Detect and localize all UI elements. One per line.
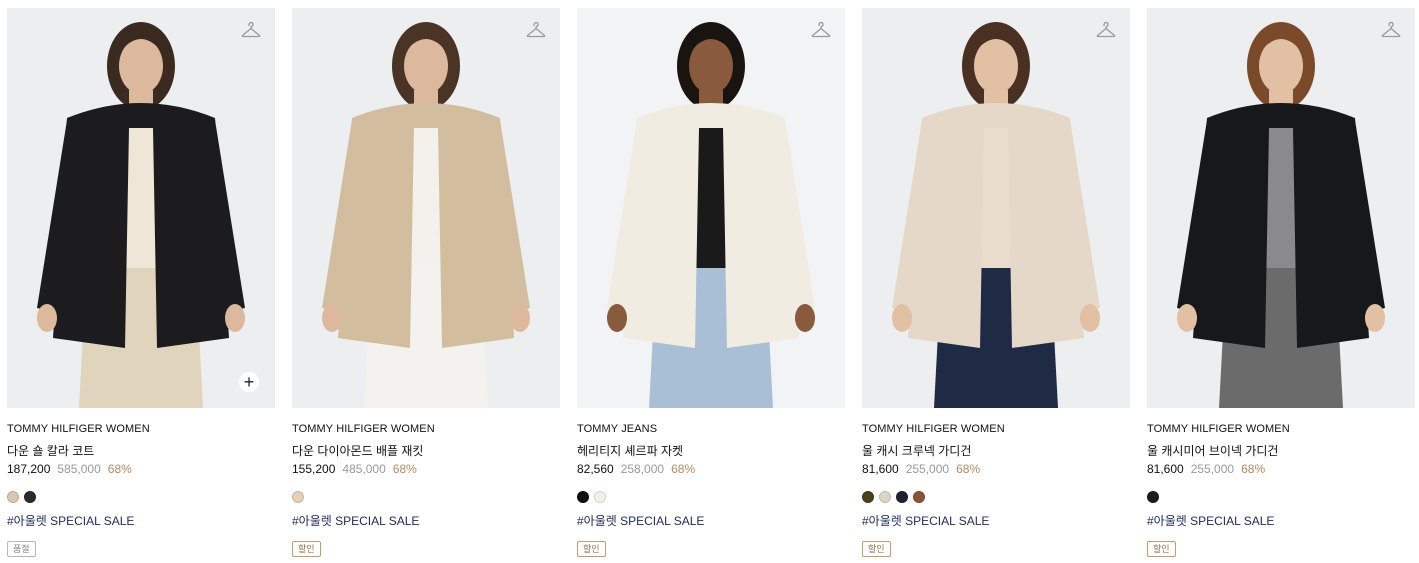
original-price: 258,000 (620, 462, 665, 476)
product-price: 187,200 585,000 68% (7, 462, 275, 478)
promo-tag[interactable]: #아울렛 SPECIAL SALE (577, 512, 845, 528)
product-name[interactable]: 다운 다이아몬드 배플 재킷 (292, 442, 560, 458)
product-card[interactable]: TOMMY HILFIGER WOMEN 다운 다이아몬드 배플 재킷 155,… (292, 8, 560, 557)
color-swatches (862, 491, 1130, 503)
color-swatch[interactable] (862, 491, 874, 503)
status-badge: 할인 (292, 541, 321, 557)
product-name[interactable]: 다운 숄 칼라 코트 (7, 442, 275, 458)
product-price: 155,200 485,000 68% (292, 462, 560, 478)
product-image[interactable] (292, 8, 560, 408)
product-name[interactable]: 울 캐시미어 브이넥 가디건 (1147, 442, 1415, 458)
color-swatch[interactable] (896, 491, 908, 503)
product-card[interactable]: TOMMY HILFIGER WOMEN 울 캐시미어 브이넥 가디건 81,6… (1147, 8, 1415, 557)
product-card[interactable]: TOMMY HILFIGER WOMEN 울 캐시 크루넥 가디건 81,600… (862, 8, 1130, 557)
discount-rate: 68% (392, 462, 417, 476)
product-price: 81,600 255,000 68% (1147, 462, 1415, 478)
color-swatch[interactable] (879, 491, 891, 503)
color-swatches (1147, 491, 1415, 503)
promo-tag[interactable]: #아울렛 SPECIAL SALE (292, 512, 560, 528)
original-price: 585,000 (57, 462, 101, 476)
model-photo (862, 8, 1130, 408)
hanger-icon[interactable] (526, 21, 546, 39)
plus-icon[interactable]: + (239, 372, 259, 392)
color-swatches (292, 491, 560, 503)
color-swatches (577, 491, 845, 503)
product-price: 82,560 258,000 68% (577, 462, 845, 478)
status-badge: 할인 (1147, 541, 1176, 557)
status-badge: 품절 (7, 541, 36, 557)
color-swatches (7, 491, 275, 503)
sale-price: 81,600 (1147, 462, 1184, 476)
original-price: 255,000 (905, 462, 950, 476)
model-photo (577, 8, 845, 408)
product-image[interactable] (1147, 8, 1415, 408)
sale-price: 187,200 (7, 462, 51, 476)
sale-price: 155,200 (292, 462, 336, 476)
discount-rate: 68% (107, 462, 132, 476)
product-image[interactable]: + (7, 8, 275, 408)
product-price: 81,600 255,000 68% (862, 462, 1130, 478)
color-swatch[interactable] (913, 491, 925, 503)
hanger-icon[interactable] (241, 21, 261, 39)
product-brand[interactable]: TOMMY HILFIGER WOMEN (292, 423, 560, 437)
status-badge: 할인 (577, 541, 606, 557)
hanger-icon[interactable] (1381, 21, 1401, 39)
original-price: 255,000 (1190, 462, 1235, 476)
product-name[interactable]: 헤리티지 셰르파 자켓 (577, 442, 845, 458)
color-swatch[interactable] (577, 491, 589, 503)
model-photo (1147, 8, 1415, 408)
sale-price: 81,600 (862, 462, 899, 476)
product-card[interactable]: TOMMY JEANS 헤리티지 셰르파 자켓 82,560 258,000 68%… (577, 8, 845, 557)
promo-tag[interactable]: #아울렛 SPECIAL SALE (7, 512, 275, 528)
model-photo (7, 8, 275, 408)
discount-rate: 68% (671, 462, 696, 476)
product-brand[interactable]: TOMMY HILFIGER WOMEN (1147, 423, 1415, 437)
promo-tag[interactable]: #아울렛 SPECIAL SALE (862, 512, 1130, 528)
status-badge: 할인 (862, 541, 891, 557)
hanger-icon[interactable] (1096, 21, 1116, 39)
color-swatch[interactable] (594, 491, 606, 503)
discount-rate: 68% (956, 462, 981, 476)
product-brand[interactable]: TOMMY JEANS (577, 423, 845, 437)
discount-rate: 68% (1241, 462, 1266, 476)
model-photo (292, 8, 560, 408)
hanger-icon[interactable] (811, 21, 831, 39)
product-brand[interactable]: TOMMY HILFIGER WOMEN (862, 423, 1130, 437)
product-image[interactable] (577, 8, 845, 408)
original-price: 485,000 (342, 462, 386, 476)
color-swatch[interactable] (7, 491, 19, 503)
product-name[interactable]: 울 캐시 크루넥 가디건 (862, 442, 1130, 458)
color-swatch[interactable] (1147, 491, 1159, 503)
product-brand[interactable]: TOMMY HILFIGER WOMEN (7, 423, 275, 437)
promo-tag[interactable]: #아울렛 SPECIAL SALE (1147, 512, 1415, 528)
color-swatch[interactable] (292, 491, 304, 503)
product-image[interactable] (862, 8, 1130, 408)
color-swatch[interactable] (24, 491, 36, 503)
product-grid: + TOMMY HILFIGER WOMEN 다운 숄 칼라 코트 187,20… (0, 0, 1419, 563)
product-card[interactable]: + TOMMY HILFIGER WOMEN 다운 숄 칼라 코트 187,20… (7, 8, 275, 557)
sale-price: 82,560 (577, 462, 614, 476)
